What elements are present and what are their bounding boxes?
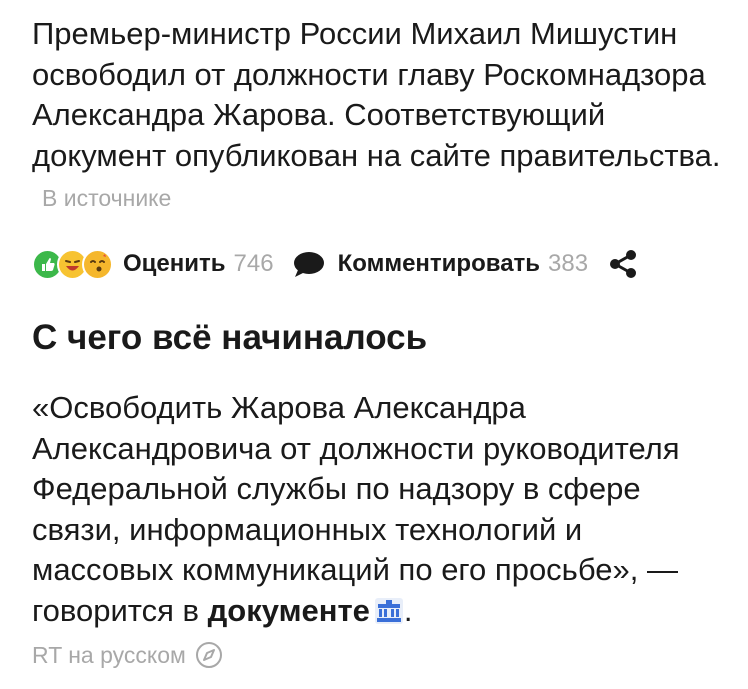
source-link[interactable]: В источнике [42,185,171,211]
comment-count: 383 [548,250,589,277]
quote-paragraph: «Освободить Жарова Александра Александро… [32,388,722,635]
lead-text: Премьер-министр России Михаил Мишустин о… [32,16,721,173]
kissing-face-icon [82,248,113,280]
section-heading: С чего всё начиналось [32,318,428,357]
article-view: Премьер-министр России Михаил Мишустин о… [0,0,748,689]
comment-button[interactable]: Комментировать [338,250,540,278]
rate-button[interactable]: Оценить [123,250,226,278]
actions-bar: Оценить 746 Комментировать 383 [32,246,640,282]
quote-end: . [403,592,413,628]
document-link[interactable]: документе [208,593,370,628]
share-icon[interactable] [606,249,640,279]
compass-icon [195,642,222,668]
article-lead: Премьер-министр России Михаил Мишустин о… [32,14,722,219]
rate-count: 746 [233,250,274,277]
reactions-icons[interactable] [32,248,113,280]
government-building-icon[interactable] [374,595,404,636]
comment-icon [293,252,324,277]
source-attribution[interactable]: RT на русском [32,640,224,670]
source-name: RT на русском [32,641,186,668]
